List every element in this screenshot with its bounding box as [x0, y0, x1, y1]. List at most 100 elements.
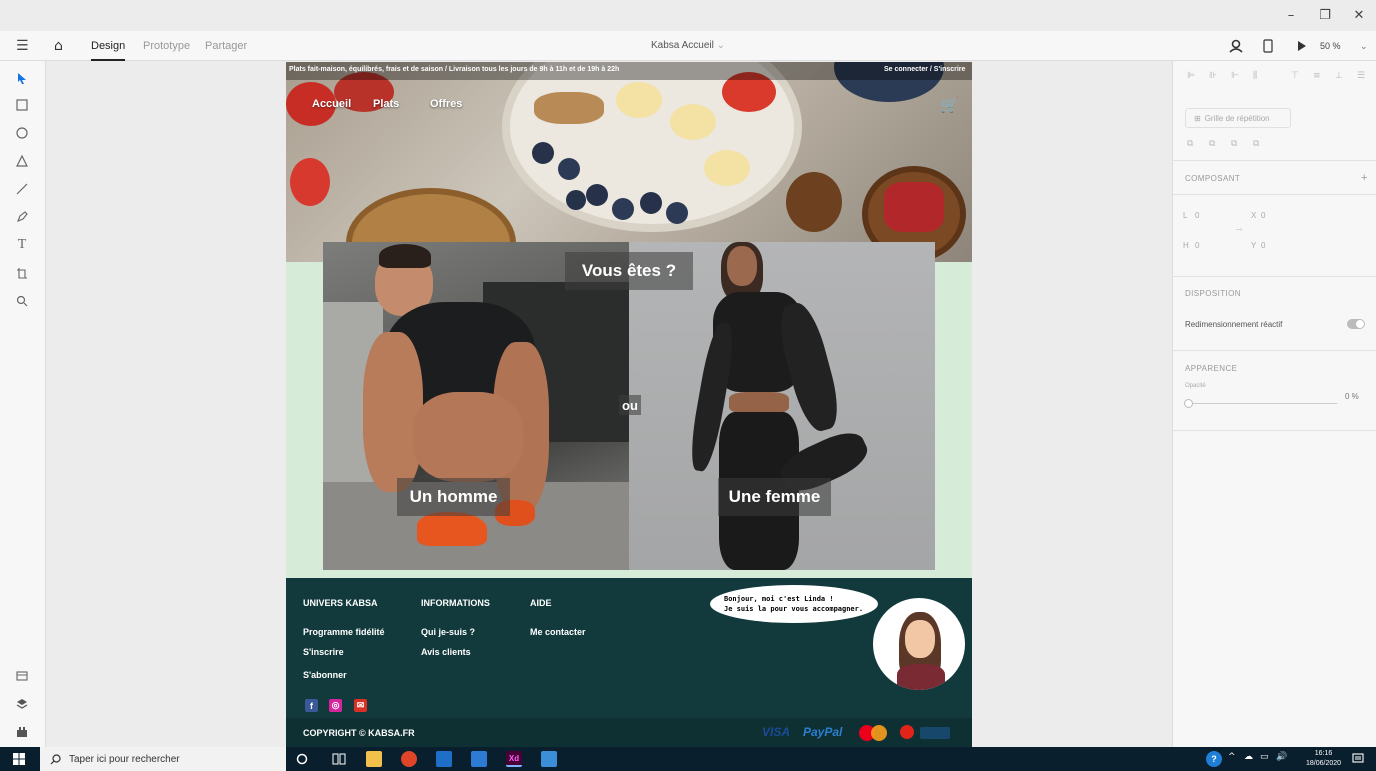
boolean-intersect-icon[interactable]: ⧉: [1231, 139, 1243, 149]
align-left-icon[interactable]: ⊫: [1187, 71, 1199, 81]
woman-photo-panel[interactable]: [629, 242, 935, 570]
task-view-icon[interactable]: [332, 753, 346, 765]
man-photo-panel[interactable]: [323, 242, 629, 570]
facebook-icon[interactable]: f: [305, 699, 318, 712]
component-label: COMPOSANT: [1185, 174, 1241, 183]
align-top-icon[interactable]: ⊤: [1291, 71, 1303, 81]
polygon-tool-icon[interactable]: [11, 150, 33, 172]
notification-center-icon[interactable]: [1352, 753, 1364, 765]
user-icon[interactable]: [1229, 39, 1243, 53]
goji-berries: [884, 182, 944, 232]
nav-home[interactable]: Accueil: [312, 98, 351, 110]
zoom-tool-icon[interactable]: [11, 290, 33, 312]
assistant-avatar[interactable]: [873, 598, 965, 690]
adobe-xd-icon[interactable]: Xd: [506, 751, 522, 767]
width-value[interactable]: 0: [1195, 211, 1199, 220]
tab-share[interactable]: Partager: [205, 31, 247, 61]
file-explorer-icon[interactable]: [366, 751, 382, 767]
home-icon[interactable]: ⌂: [54, 31, 63, 61]
email-icon[interactable]: ✉: [354, 699, 367, 712]
footer-link-loyalty[interactable]: Programme fidélité: [303, 627, 385, 637]
line-tool-icon[interactable]: [11, 178, 33, 200]
x-value[interactable]: 0: [1261, 211, 1265, 220]
document-title-text[interactable]: Kabsa Accueil: [651, 40, 714, 51]
cortana-icon[interactable]: [296, 753, 308, 765]
boolean-add-icon[interactable]: ⧉: [1187, 139, 1199, 149]
footer-link-signup[interactable]: S'inscrire: [303, 647, 344, 657]
windows-start-icon[interactable]: [13, 753, 25, 765]
cart-icon[interactable]: 🛒: [940, 96, 959, 114]
rectangle-tool-icon[interactable]: [11, 94, 33, 116]
opacity-label: Opacité: [1185, 383, 1206, 389]
zoom-level[interactable]: 50 %: [1320, 31, 1341, 61]
network-icon[interactable]: ▭: [1260, 752, 1269, 762]
visa-logo: VISA: [762, 725, 791, 739]
system-clock[interactable]: 16:16 18/06/2020: [1306, 749, 1341, 769]
artboard-tool-icon[interactable]: [11, 262, 33, 284]
minimize-button[interactable]: –: [1274, 0, 1308, 31]
woman-choice-button[interactable]: Une femme: [718, 478, 831, 516]
lock-aspect-icon[interactable]: ⊸: [1236, 225, 1243, 234]
tab-design[interactable]: Design: [91, 31, 126, 61]
align-center-icon[interactable]: ⊪: [1209, 71, 1221, 81]
align-section: ⊫ ⊪ ⊩ ⫼ ⊤ ≡ ⊥ ☰ ⊞ Grille de répétition ⧉…: [1173, 61, 1376, 161]
boolean-exclude-icon[interactable]: ⧉: [1253, 139, 1265, 149]
play-icon[interactable]: [1297, 40, 1307, 52]
text-tool-icon[interactable]: T: [11, 234, 33, 256]
layers-panel-icon[interactable]: [11, 693, 33, 715]
tray-overflow-icon[interactable]: ^: [1228, 752, 1236, 762]
align-bottom-icon[interactable]: ⊥: [1335, 71, 1347, 81]
distribute-icon[interactable]: ⫼: [1253, 71, 1265, 81]
chevron-down-icon[interactable]: ⌄: [717, 40, 725, 51]
man-choice-button[interactable]: Un homme: [397, 478, 510, 516]
footer-link-about[interactable]: Qui je-suis ?: [421, 627, 475, 637]
clock-date: 18/06/2020: [1306, 760, 1342, 767]
close-button[interactable]: ✕: [1342, 0, 1376, 31]
maximize-button[interactable]: ❐: [1308, 0, 1342, 31]
photos-icon[interactable]: [471, 751, 487, 767]
instagram-icon[interactable]: ◎: [329, 699, 342, 712]
align-right-icon[interactable]: ⊩: [1231, 71, 1243, 81]
search-icon: [50, 753, 61, 764]
boolean-subtract-icon[interactable]: ⧉: [1209, 139, 1221, 149]
opacity-slider-track[interactable]: [1189, 403, 1337, 404]
volume-icon[interactable]: 🔊: [1276, 752, 1287, 762]
footer-link-reviews[interactable]: Avis clients: [421, 647, 471, 657]
banana-slice: [670, 104, 716, 140]
footer-link-contact[interactable]: Me contacter: [530, 627, 586, 637]
nav-dishes[interactable]: Plats: [373, 98, 399, 110]
artboard-kabsa-home[interactable]: Plats fait-maison, équilibrés, frais et …: [286, 62, 972, 747]
component-section: COMPOSANT +: [1173, 161, 1376, 195]
tool-rail: T: [0, 61, 46, 747]
add-component-icon[interactable]: +: [1361, 172, 1368, 184]
opacity-value[interactable]: 0 %: [1345, 392, 1359, 401]
align-middle-icon[interactable]: ≡: [1313, 71, 1325, 81]
chrome-icon[interactable]: [401, 751, 417, 767]
gender-question-title: Vous êtes ?: [565, 252, 693, 290]
footer-link-subscribe[interactable]: S'abonner: [303, 670, 347, 680]
image-viewer-icon[interactable]: [541, 751, 557, 767]
opacity-slider-knob[interactable]: [1184, 399, 1193, 408]
select-tool-icon[interactable]: [11, 67, 33, 89]
nav-offers[interactable]: Offres: [430, 98, 462, 110]
distribute-vertical-icon[interactable]: ☰: [1357, 71, 1369, 81]
pen-tool-icon[interactable]: [11, 206, 33, 228]
y-value[interactable]: 0: [1261, 241, 1265, 250]
help-icon[interactable]: ?: [1206, 751, 1222, 767]
taskbar-search-box[interactable]: Taper ici pour rechercher: [40, 747, 286, 771]
ellipse-tool-icon[interactable]: [11, 122, 33, 144]
responsive-resize-toggle[interactable]: [1347, 319, 1365, 329]
onedrive-icon[interactable]: ☁: [1244, 752, 1253, 762]
tab-prototype[interactable]: Prototype: [143, 31, 190, 61]
assets-panel-icon[interactable]: [11, 665, 33, 687]
hamburger-menu-icon[interactable]: ☰: [16, 31, 29, 61]
repeat-grid-button[interactable]: ⊞ Grille de répétition: [1185, 108, 1291, 128]
tab-design-label: Design: [91, 40, 126, 52]
plugins-panel-icon[interactable]: [11, 721, 33, 743]
login-signup-link[interactable]: Se connecter / S'inscrire: [884, 66, 965, 73]
device-preview-icon[interactable]: [1263, 39, 1273, 53]
mail-icon[interactable]: [436, 751, 452, 767]
appearance-label: APPARENCE: [1185, 364, 1238, 373]
zoom-chevron-icon[interactable]: ⌄: [1360, 31, 1368, 61]
height-value[interactable]: 0: [1195, 241, 1199, 250]
